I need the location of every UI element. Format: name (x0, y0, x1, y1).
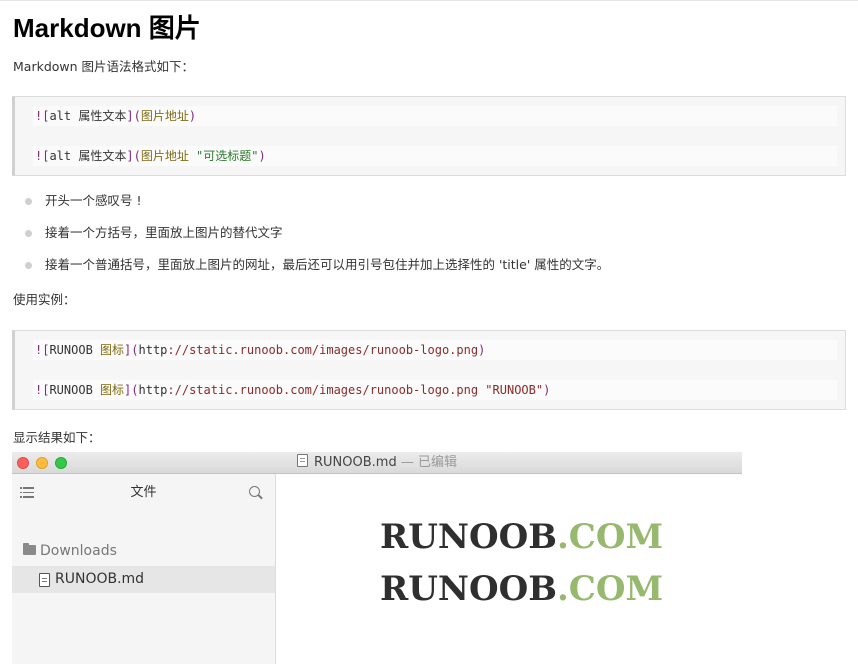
list-item: 接着一个方括号，里面放上图片的替代文字 (0, 222, 840, 244)
code-token: 图片地址 (140, 109, 189, 123)
list-item: 开头一个感叹号 ! (0, 190, 840, 212)
code-token: ]( (126, 109, 141, 123)
document-icon (297, 454, 308, 467)
runoob-logo-image: RUNOOB.COM (380, 518, 680, 556)
code-token: ://static.runoob.com/images/runoob-logo.… (167, 383, 486, 397)
example-label: 使用实例： (13, 292, 76, 307)
code-token: http (138, 343, 168, 357)
window-title-status: — 已编辑 (396, 455, 457, 470)
code-token: ]( (124, 383, 139, 397)
code-token: alt 属性文本 (49, 149, 127, 163)
code-token: ://static.runoob.com/images/runoob-logo.… (167, 343, 479, 357)
file-label: RUNOOB.md (55, 571, 145, 587)
code-line-1: ![alt 属性文本](图片地址) (33, 106, 837, 126)
code-token: ) (188, 109, 197, 123)
code-token: RUNOOB (49, 343, 101, 357)
example-code-block: ![RUNOOB 图标](http://static.runoob.com/im… (12, 330, 846, 410)
sidebar-folder-downloads[interactable]: Downloads (12, 540, 275, 562)
logo-text-dark: RUNOOB (380, 569, 557, 609)
code-token: ]( (126, 149, 141, 163)
bullet-dot (25, 198, 32, 205)
window-titlebar[interactable]: RUNOOB.md — 已编辑 (12, 452, 742, 474)
intro-text: Markdown 图片语法格式如下： (13, 59, 195, 74)
sidebar-file-runoob-md[interactable]: RUNOOB.md (12, 566, 275, 593)
preview-pane: RUNOOB.COM RUNOOB.COM (276, 474, 742, 664)
runoob-logo-image: RUNOOB.COM (380, 570, 680, 608)
folder-label: Downloads (40, 543, 117, 559)
code-token: ) (543, 383, 551, 397)
list-item: 接着一个普通括号，里面放上图片的网址，最后还可以用引号包住并加上选择性的 'ti… (0, 254, 840, 276)
code-token: ) (478, 343, 486, 357)
window-title-filename: RUNOOB.md (314, 455, 397, 470)
top-divider (0, 0, 858, 1)
code-token: ]( (124, 343, 139, 357)
list-item-text: 接着一个方括号，里面放上图片的替代文字 (45, 225, 283, 240)
file-icon (39, 573, 50, 587)
code-token: ![ (35, 343, 50, 357)
logo-text-green: .COM (556, 569, 664, 609)
list-item-text: 开头一个感叹号 ! (45, 193, 142, 208)
code-line-2: ![alt 属性文本](图片地址 "可选标题") (33, 146, 837, 166)
code-token: RUNOOB (49, 383, 101, 397)
code-token: "可选标题" (196, 149, 259, 163)
code-token: 图标 (100, 383, 125, 397)
editor-window: RUNOOB.md — 已编辑 文件 Downloads RUNOOB.md R… (12, 452, 742, 664)
page: Markdown 图片 Markdown 图片语法格式如下： ![alt 属性文… (0, 0, 858, 664)
code-token: alt 属性文本 (49, 109, 127, 123)
file-sidebar: 文件 Downloads RUNOOB.md (12, 474, 276, 664)
code-token: ![ (35, 109, 50, 123)
code-token: ![ (35, 149, 50, 163)
code-token: "RUNOOB" (485, 383, 544, 397)
code-token: 图片地址 (140, 149, 197, 163)
syntax-code-block: ![alt 属性文本](图片地址) ![alt 属性文本](图片地址 "可选标题… (12, 96, 846, 176)
code-line-1: ![RUNOOB 图标](http://static.runoob.com/im… (33, 340, 837, 360)
bullet-dot (25, 230, 32, 237)
window-title: RUNOOB.md — 已编辑 (12, 452, 742, 474)
code-token: ) (258, 149, 266, 163)
code-token: http (138, 383, 168, 397)
logo-text-green: .COM (556, 517, 664, 557)
sidebar-title: 文件 (130, 485, 157, 500)
folder-icon (23, 543, 36, 555)
search-icon[interactable] (249, 486, 263, 500)
result-label: 显示结果如下： (13, 430, 101, 445)
page-title: Markdown 图片 (13, 13, 201, 43)
bullet-dot (25, 262, 32, 269)
list-item-text: 接着一个普通括号，里面放上图片的网址，最后还可以用引号包住并加上选择性的 'ti… (45, 257, 610, 272)
code-token: ![ (35, 383, 50, 397)
logo-text-dark: RUNOOB (380, 517, 557, 557)
code-token: 图标 (100, 343, 125, 357)
code-line-2: ![RUNOOB 图标](http://static.runoob.com/im… (33, 380, 837, 400)
